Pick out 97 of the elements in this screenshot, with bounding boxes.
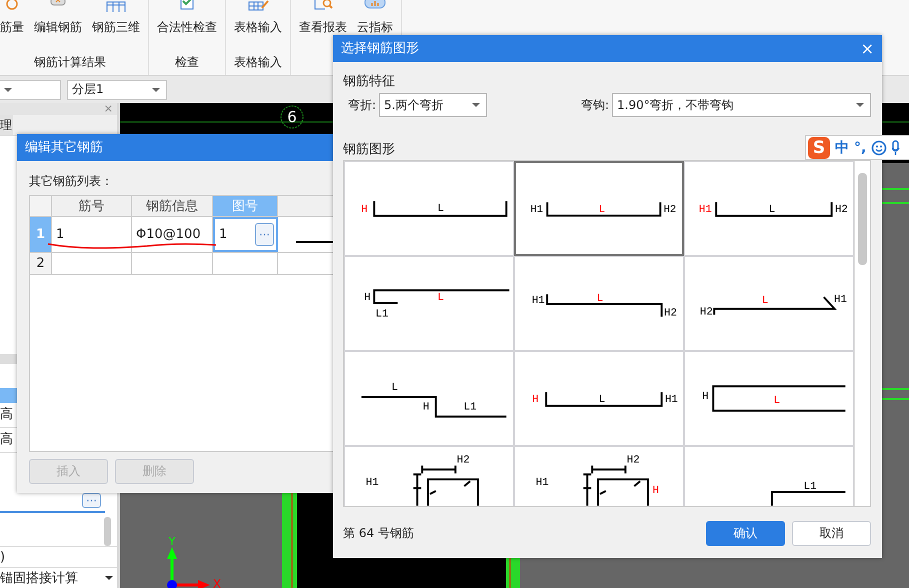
wall-drawing: [506, 558, 520, 588]
ribbon-button[interactable]: 筋量: [0, 19, 24, 36]
section-label: 钢筋特征: [343, 73, 395, 91]
shape-option[interactable]: L H L1: [344, 351, 514, 446]
ime-punctuation[interactable]: °,: [854, 140, 866, 156]
ribbon-button[interactable]: 合法性检查: [157, 19, 217, 36]
shape-option[interactable]: H1 H2 H: [514, 446, 684, 506]
dropdown[interactable]: [0, 80, 61, 100]
scrollbar[interactable]: [854, 161, 870, 506]
list-label: 其它钢筋列表：: [29, 173, 114, 190]
dimension-label: L: [596, 292, 604, 305]
dimension-label: L: [392, 382, 398, 394]
scrollbar-thumb[interactable]: [858, 173, 867, 265]
grid-label: 6: [287, 108, 297, 126]
caret-icon: [472, 103, 480, 107]
dimension-label: H: [361, 204, 368, 216]
group-label: 检查: [175, 54, 199, 71]
shape-option[interactable]: H1 L H2: [514, 161, 684, 256]
table-cell-editor[interactable]: 1 ⋯: [213, 217, 278, 252]
dimension-label: H1: [530, 204, 544, 216]
shape-option[interactable]: H2 L H1: [684, 256, 854, 351]
dimension-label: H2: [664, 308, 677, 320]
dimension-label: H: [422, 402, 430, 414]
browse-button[interactable]: ⋯: [255, 223, 274, 246]
dimension-label: H1: [536, 477, 549, 490]
dimension-label: H2: [626, 454, 640, 467]
field-label: 弯钩:: [580, 96, 609, 114]
confirm-button[interactable]: 确认: [706, 521, 785, 546]
dimension-label: H1: [834, 294, 847, 306]
close-icon[interactable]: ×: [860, 35, 874, 62]
shape-option[interactable]: H L L1: [344, 256, 514, 351]
panel-tab[interactable]: 理: [0, 115, 13, 135]
shape-option[interactable]: H L: [344, 161, 514, 256]
dimension-label: L: [598, 204, 606, 216]
dimension-label: L1: [376, 308, 388, 321]
dimension-label: H2: [456, 454, 470, 467]
ribbon-button[interactable]: 表格输入: [234, 19, 282, 36]
dimension-label: H2: [700, 306, 713, 319]
dimension-label: H1: [698, 204, 712, 216]
shape-option[interactable]: H L: [684, 351, 854, 446]
ime-mode[interactable]: 中: [835, 138, 849, 156]
dimension-label: L: [438, 202, 444, 215]
rebar-shape-drawing: [412, 464, 479, 506]
dimension-label: H1: [532, 294, 545, 307]
group-label: 钢筋计算结果: [34, 54, 106, 71]
hook-dropdown[interactable]: 1.90°弯折，不带弯钩: [612, 93, 871, 117]
dimension-label: H: [364, 292, 371, 304]
field-label: 弯折:: [346, 96, 376, 114]
dimension-label: H: [702, 390, 709, 403]
dimension-label: L: [598, 394, 606, 406]
caret-icon: [856, 103, 864, 107]
table-cell: Φ10@100: [132, 217, 213, 252]
shape-preview-line: [296, 241, 336, 243]
caret-icon: [105, 576, 113, 580]
table-cell: 1: [52, 217, 132, 252]
dimension-label: L: [774, 394, 780, 407]
dimension-label: H: [652, 484, 659, 497]
ribbon-button[interactable]: 钢筋三维: [92, 19, 140, 36]
shape-option[interactable]: H1 H2: [344, 446, 514, 506]
dimension-label: L1: [464, 402, 477, 414]
axis-icon: [167, 547, 210, 588]
dimension-label: L1: [804, 481, 817, 493]
status-text: 第 64 号钢筋: [343, 525, 414, 542]
axis-label: Y: [168, 535, 176, 548]
shape-option[interactable]: H1 L H2: [684, 161, 854, 256]
list-item[interactable]: 锚固搭接计算: [0, 567, 117, 588]
dimension-label: H1: [665, 394, 678, 406]
bend-dropdown[interactable]: 5.两个弯折: [379, 93, 487, 117]
group-label: 表格输入: [234, 54, 282, 71]
row-header[interactable]: 2: [30, 253, 52, 274]
dialog-title: 选择钢筋图形: [341, 40, 419, 58]
microphone-icon[interactable]: [892, 140, 900, 156]
dimension-label: H2: [835, 204, 848, 216]
shape-option[interactable]: H L H1: [514, 351, 684, 446]
shape-option[interactable]: L1: [684, 446, 854, 506]
dimension-label: L: [438, 292, 444, 304]
column-header[interactable]: 筋号: [52, 196, 132, 216]
dimension-label: L: [768, 204, 776, 216]
dimension-label: H1: [366, 477, 379, 490]
ribbon-button[interactable]: 云指标: [357, 19, 393, 36]
axis-label: X: [212, 577, 222, 588]
dimension-label: H: [532, 394, 539, 406]
frame-icon[interactable]: [104, 0, 128, 14]
browse-button[interactable]: ⋯: [82, 493, 101, 508]
shape-option[interactable]: H1 L H2: [514, 256, 684, 351]
caret-icon: [152, 88, 160, 92]
scrollbar[interactable]: [104, 516, 111, 546]
floor-dropdown[interactable]: 分层1: [67, 80, 167, 100]
dimension-label: L: [762, 294, 768, 307]
ribbon-button[interactable]: 查看报表: [299, 19, 347, 36]
caret-icon: [4, 88, 12, 92]
cancel-button[interactable]: 取消: [792, 521, 871, 546]
list-item[interactable]: ): [0, 546, 117, 568]
ribbon-button[interactable]: 编辑钢筋: [34, 19, 82, 36]
smiley-icon[interactable]: [871, 140, 888, 156]
rebar-shape-drawing: [582, 464, 649, 506]
dimension-label: H2: [664, 204, 676, 216]
